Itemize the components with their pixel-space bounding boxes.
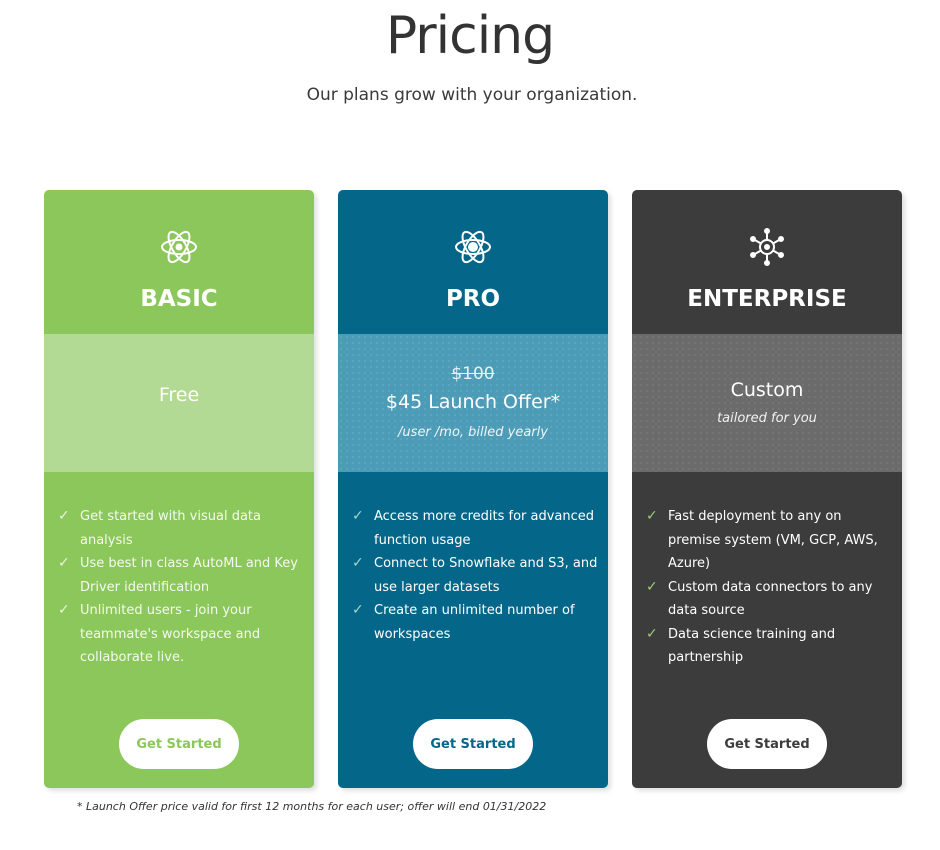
network-icon	[747, 227, 787, 267]
original-price: $100	[451, 364, 495, 384]
feature-text: Data science training and partnership	[668, 626, 836, 666]
plan-header: BASIC	[44, 190, 314, 334]
feature-text: Custom data connectors to any data sourc…	[668, 579, 873, 619]
feature-list: ✓ Fast deployment to any on premise syste…	[646, 505, 894, 670]
plan-name: PRO	[445, 286, 501, 312]
pricing-cards: BASIC Free ✓ Get started with visual data…	[44, 190, 904, 788]
feature-item: ✓ Create an unlimited number of workspace…	[352, 599, 600, 646]
get-started-button-basic[interactable]: Get Started	[119, 719, 239, 769]
check-icon: ✓	[646, 508, 658, 524]
atom-icon	[453, 227, 493, 267]
feature-item: ✓ Use best in class AutoML and Key Driver…	[58, 552, 306, 599]
check-icon: ✓	[58, 602, 70, 618]
check-icon: ✓	[352, 508, 364, 524]
check-icon: ✓	[352, 602, 364, 618]
check-icon: ✓	[58, 555, 70, 571]
get-started-button-pro[interactable]: Get Started	[413, 719, 533, 769]
feature-item: ✓ Get started with visual data analysis	[58, 505, 306, 552]
feature-item: ✓ Custom data connectors to any data sour…	[646, 576, 894, 623]
launch-offer-footnote: * Launch Offer price valid for first 12 …	[77, 800, 547, 813]
plan-header: PRO	[338, 190, 608, 334]
page-title: Pricing	[385, 6, 555, 66]
plan-card-pro: PRO $100 $45 Launch Offer* /user /mo, bi…	[338, 190, 608, 788]
feature-item: ✓ Unlimited users - join your teammate's …	[58, 599, 306, 670]
feature-text: Use best in class AutoML and Key Driver …	[80, 556, 298, 595]
billing-period: /user /mo, billed yearly	[398, 425, 548, 440]
feature-list: ✓ Get started with visual data analysis ✓…	[58, 505, 306, 670]
price-band: Custom tailored for you	[632, 334, 902, 472]
check-icon: ✓	[352, 555, 364, 571]
feature-item: ✓ Access more credits for advanced functi…	[352, 505, 600, 552]
page-subtitle: Our plans grow with your organization.	[306, 85, 638, 105]
check-icon: ✓	[646, 578, 658, 595]
price-band: Free	[44, 334, 314, 472]
check-icon: ✓	[58, 508, 70, 524]
plan-name: BASIC	[140, 286, 218, 312]
feature-item: ✓ Data science training and partnership	[646, 623, 894, 670]
feature-text: Unlimited users - join your teammate's w…	[80, 603, 261, 665]
pricing-page: Pricing Our plans grow with your organiz…	[0, 0, 940, 850]
feature-item: ✓ Connect to Snowflake and S3, and use la…	[352, 552, 600, 599]
feature-text: Get started with visual data analysis	[80, 509, 261, 548]
plan-price: Free	[158, 384, 200, 406]
offer-price: $45 Launch Offer*	[385, 391, 561, 413]
plan-name: ENTERPRISE	[687, 286, 847, 312]
feature-text: Create an unlimited number of workspaces	[374, 603, 575, 642]
atom-icon	[159, 227, 199, 267]
price-band: $100 $45 Launch Offer* /user /mo, billed…	[338, 334, 608, 472]
get-started-button-enterprise[interactable]: Get Started	[707, 719, 827, 769]
price-note: tailored for you	[717, 411, 817, 426]
feature-list: ✓ Access more credits for advanced functi…	[352, 505, 600, 646]
check-icon: ✓	[646, 625, 658, 642]
feature-text: Access more credits for advanced functio…	[374, 509, 595, 548]
plan-card-enterprise: ENTERPRISE Custom tailored for you ✓ Fast…	[632, 190, 902, 788]
feature-item: ✓ Fast deployment to any on premise syste…	[646, 505, 894, 576]
plan-card-basic: BASIC Free ✓ Get started with visual data…	[44, 190, 314, 788]
plan-price: Custom	[730, 379, 804, 401]
feature-text: Connect to Snowflake and S3, and use lar…	[374, 556, 598, 595]
feature-text: Fast deployment to any on premise system…	[668, 509, 878, 571]
plan-header: ENTERPRISE	[632, 190, 902, 334]
